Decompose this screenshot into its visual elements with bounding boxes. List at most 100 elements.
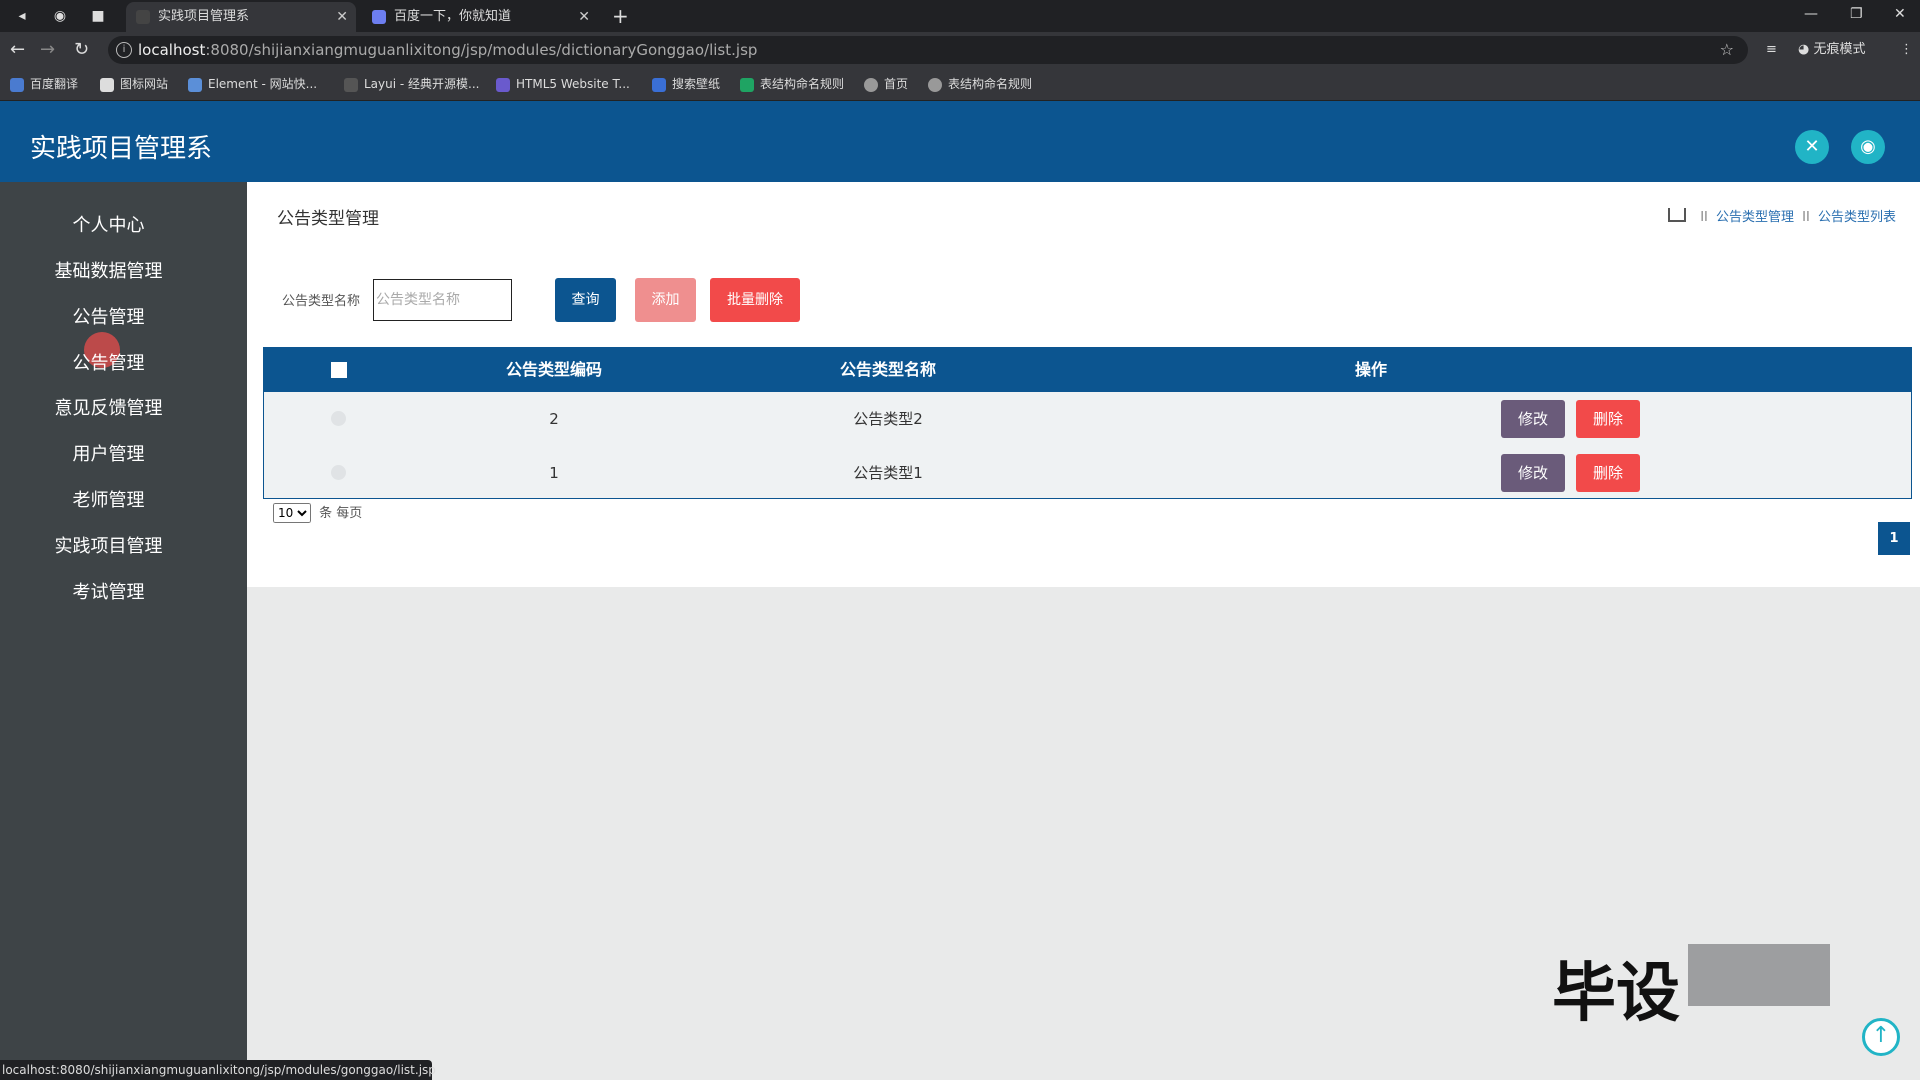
bookmark-label: 表结构命名规则 [760,77,845,91]
close-icon[interactable]: ✕ [578,2,590,32]
browser-icon[interactable]: ◉ [50,6,70,26]
sidebar-item-basic-data[interactable]: 基础数据管理 [0,258,217,286]
select-all-checkbox[interactable] [331,362,347,378]
translate-icon [10,77,24,92]
breadcrumb-separator: II [1700,210,1708,225]
query-button[interactable]: 查询 [555,278,616,322]
add-button[interactable]: 添加 [635,278,696,322]
bookmark-item[interactable]: 表结构命名规则 [928,68,1032,100]
reload-icon[interactable]: ↻ [74,38,89,62]
delete-button[interactable]: 删除 [1576,400,1640,438]
fullscreen-icon[interactable]: ✕ [1795,130,1829,164]
bookmark-label: 图标网站 [120,77,169,91]
sidebar-item-feedback[interactable]: 意见反馈管理 [0,395,217,423]
sidebar-item-label: 公告管理 [72,307,145,328]
scroll-to-top-icon[interactable]: ↑ [1862,1018,1900,1056]
edit-button[interactable]: 修改 [1501,454,1565,492]
sidebar-item-label: 实践项目管理 [54,536,163,557]
browser-tab-bar: ◂ ◉ ■ 实践项目管理系 ✕ 百度一下，你就知道 ✕ + — ❐ ✕ [0,0,1920,32]
bookmark-item[interactable]: 搜索壁纸 [652,68,720,100]
sidebar: 个人中心 基础数据管理 公告管理 公告管理 意见反馈管理 用户管理 老师管理 实… [0,182,247,1080]
search-label: 公告类型名称 [282,294,361,309]
bookmark-item[interactable]: HTML5 Website T... [496,68,630,100]
bookmark-label: Element - 网站快... [208,77,318,91]
tab-title: 实践项目管理系 [158,9,250,24]
sidebar-item-label: 老师管理 [72,490,145,511]
breadcrumb-separator: II [1802,210,1810,225]
incognito-indicator[interactable]: ◕ 无痕模式 [1798,38,1866,62]
bookmark-label: Layui - 经典开源模... [364,77,480,91]
reading-list-icon[interactable]: ≡ [1766,38,1777,62]
sidebar-item-label: 公告管理 [72,353,145,374]
bookmark-label: HTML5 Website T... [516,77,630,91]
speaker-icon[interactable]: ◂ [12,6,32,26]
window-close-icon[interactable]: ✕ [1894,2,1906,26]
tab-baidu[interactable]: 百度一下，你就知道 ✕ [362,2,598,32]
table-row[interactable]: 1 公告类型1 修改 删除 [264,446,1911,500]
info-icon[interactable]: i [116,42,132,58]
bookmark-item[interactable]: 图标网站 [100,68,168,100]
table-row[interactable]: 2 公告类型2 修改 删除 [264,392,1911,446]
flag-icon [100,77,114,92]
element-icon [188,77,202,92]
forward-icon[interactable]: → [40,38,55,62]
breadcrumb-item[interactable]: 公告类型管理 [1716,210,1794,225]
breadcrumb: II 公告类型管理 II 公告类型列表 [1668,206,1896,225]
bookmark-item[interactable]: 百度翻译 [10,68,78,100]
bookmark-item[interactable]: 首页 [864,68,908,100]
browser-menu-icon[interactable]: ⋮ [1900,38,1913,62]
search-input[interactable] [373,279,512,321]
row-checkbox[interactable] [331,411,346,426]
page-size-control: 10 条 每页 [273,502,362,523]
new-tab-icon[interactable]: + [612,2,629,30]
address-url[interactable]: localhost:8080/shijianxiangmuguanlixiton… [138,36,757,64]
row-checkbox[interactable] [331,465,346,480]
table-header: 公告类型编码 公告类型名称 操作 [264,348,1911,392]
address-bar[interactable]: i localhost:8080/shijianxiangmuguanlixit… [108,36,1748,64]
html5-icon [496,77,510,92]
sidebar-item-label: 个人中心 [72,215,145,236]
wallpaper-icon [652,77,666,92]
batch-delete-button[interactable]: 批量删除 [710,278,800,322]
sidebar-item-exams[interactable]: 考试管理 [0,579,217,607]
url-path: :8080/shijianxiangmuguanlixitong/jsp/mod… [205,41,758,59]
edit-button[interactable]: 修改 [1501,400,1565,438]
sidebar-item-projects[interactable]: 实践项目管理 [0,533,217,561]
sidebar-item-profile[interactable]: 个人中心 [0,212,217,240]
minimize-icon[interactable]: — [1804,2,1818,26]
bookmark-item[interactable]: 表结构命名规则 [740,68,844,100]
main-content: 公告类型管理 II 公告类型管理 II 公告类型列表 公告类型名称 查询 添加 … [247,182,1920,587]
sidebar-item-announcement[interactable]: 公告管理 [0,304,217,332]
home-icon[interactable] [1668,208,1687,222]
user-icon[interactable]: ◉ [1851,130,1885,164]
bookmark-label: 搜索壁纸 [672,77,721,91]
incognito-icon: ◕ [1798,42,1814,57]
browser-toolbar: ← → ↻ i localhost:8080/shijianxiangmugua… [0,32,1920,68]
close-icon[interactable]: ✕ [336,2,348,32]
back-icon[interactable]: ← [10,38,25,62]
window-icon[interactable]: ■ [88,6,108,26]
sidebar-item-users[interactable]: 用户管理 [0,441,217,469]
page-size-select[interactable]: 10 [273,503,311,523]
sidebar-item-label: 意见反馈管理 [54,398,163,419]
sidebar-item-announcement-sub[interactable]: 公告管理 [0,350,217,378]
globe-icon [864,77,878,92]
cell-name: 公告类型2 [853,410,923,428]
bookmark-star-icon[interactable]: ☆ [1720,36,1734,64]
tab-active[interactable]: 实践项目管理系 ✕ [126,2,356,32]
column-header[interactable]: 公告类型编码 [484,348,624,392]
restore-icon[interactable]: ❐ [1850,2,1863,26]
page-title: 公告类型管理 [277,209,379,229]
sidebar-item-label: 用户管理 [72,444,145,465]
column-header[interactable]: 公告类型名称 [818,348,958,392]
watermark-text: 毕设 [1552,957,1680,1031]
sidebar-item-teachers[interactable]: 老师管理 [0,487,217,515]
bookmark-item[interactable]: Layui - 经典开源模... [344,68,479,100]
baidu-favicon-icon [372,10,386,24]
delete-button[interactable]: 删除 [1576,454,1640,492]
cell-code: 2 [549,410,559,428]
page-number-button[interactable]: 1 [1878,522,1910,555]
breadcrumb-item[interactable]: 公告类型列表 [1818,210,1896,225]
bookmark-item[interactable]: Element - 网站快... [188,68,317,100]
tab-title: 百度一下，你就知道 [394,9,512,24]
